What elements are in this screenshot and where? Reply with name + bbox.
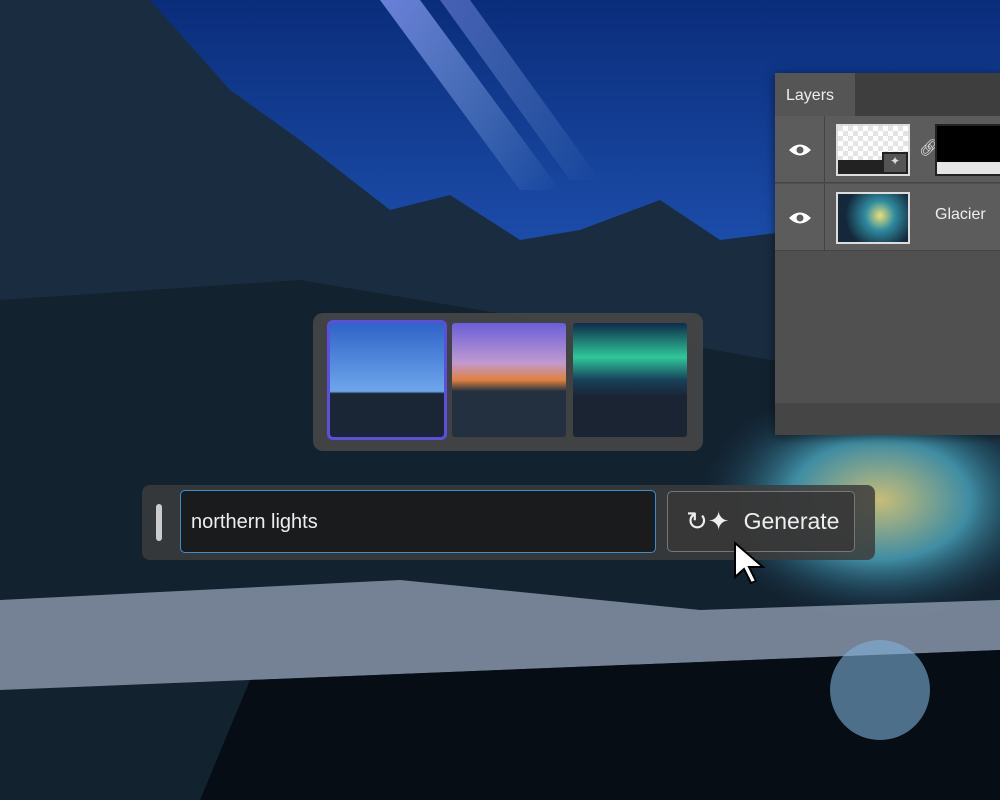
- mouse-pointer-icon: [734, 541, 766, 585]
- layers-tab-bar: Layers: [775, 73, 1000, 116]
- tab-layers[interactable]: Layers: [775, 73, 855, 116]
- variations-picker: [313, 313, 703, 451]
- generate-label: Generate: [743, 508, 840, 534]
- variation-thumbnail-2[interactable]: [452, 323, 566, 437]
- generative-fill-icon: ✦: [882, 152, 908, 174]
- generate-sparkle-icon: ↻✦: [686, 506, 730, 536]
- layers-panel: Layers ✦ 🔗︎ Glacier: [775, 73, 1000, 435]
- layers-footer: [775, 403, 1000, 435]
- visibility-eye-icon[interactable]: [775, 184, 825, 251]
- prompt-input[interactable]: northern lights: [180, 490, 656, 553]
- layer-row-glacier[interactable]: Glacier: [775, 184, 1000, 251]
- layer-name[interactable]: Glacier: [935, 206, 986, 224]
- variation-thumbnail-1[interactable]: [327, 320, 447, 440]
- mask-thumbnail: [935, 124, 1000, 176]
- visibility-eye-icon[interactable]: [775, 116, 825, 183]
- layer-thumbnail: [836, 192, 910, 244]
- layer-thumbnail: ✦: [836, 124, 910, 176]
- layer-row-generative[interactable]: ✦ 🔗︎: [775, 116, 1000, 183]
- drag-handle[interactable]: [156, 504, 162, 541]
- variation-thumbnail-3[interactable]: [573, 323, 687, 437]
